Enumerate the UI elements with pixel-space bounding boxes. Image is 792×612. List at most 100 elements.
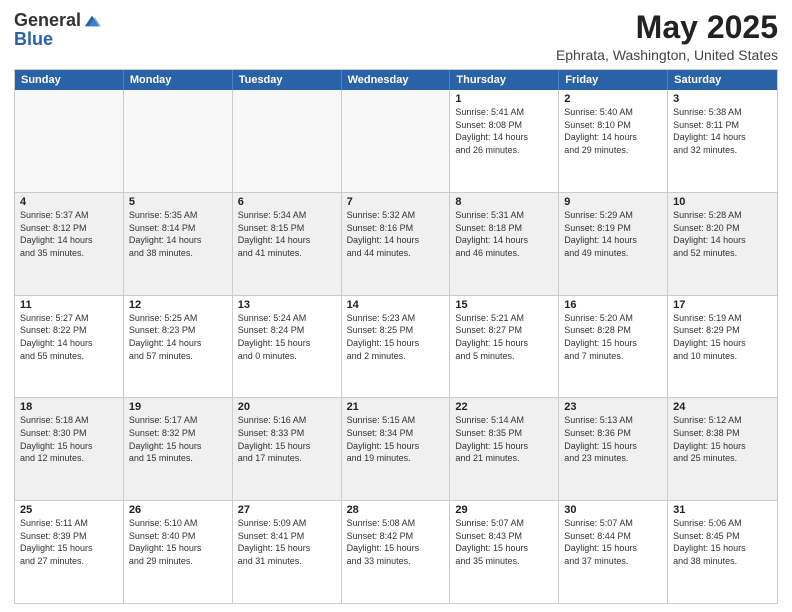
day-info: Sunrise: 5:34 AM Sunset: 8:15 PM Dayligh…	[238, 209, 336, 259]
cal-row-2: 11Sunrise: 5:27 AM Sunset: 8:22 PM Dayli…	[15, 296, 777, 399]
cal-cell-3-6: 24Sunrise: 5:12 AM Sunset: 8:38 PM Dayli…	[668, 398, 777, 500]
day-number: 29	[455, 504, 553, 516]
day-info: Sunrise: 5:14 AM Sunset: 8:35 PM Dayligh…	[455, 414, 553, 464]
day-number: 16	[564, 299, 662, 311]
cal-row-4: 25Sunrise: 5:11 AM Sunset: 8:39 PM Dayli…	[15, 501, 777, 603]
cal-cell-2-1: 12Sunrise: 5:25 AM Sunset: 8:23 PM Dayli…	[124, 296, 233, 398]
calendar-body: 1Sunrise: 5:41 AM Sunset: 8:08 PM Daylig…	[15, 90, 777, 603]
cal-cell-3-0: 18Sunrise: 5:18 AM Sunset: 8:30 PM Dayli…	[15, 398, 124, 500]
day-number: 11	[20, 299, 118, 311]
title-block: May 2025 Ephrata, Washington, United Sta…	[556, 10, 778, 63]
cal-cell-0-0	[15, 90, 124, 192]
day-number: 19	[129, 401, 227, 413]
day-number: 15	[455, 299, 553, 311]
day-info: Sunrise: 5:38 AM Sunset: 8:11 PM Dayligh…	[673, 106, 772, 156]
day-number: 31	[673, 504, 772, 516]
day-info: Sunrise: 5:13 AM Sunset: 8:36 PM Dayligh…	[564, 414, 662, 464]
cal-cell-4-4: 29Sunrise: 5:07 AM Sunset: 8:43 PM Dayli…	[450, 501, 559, 603]
logo-general-text: General	[14, 10, 81, 31]
cal-cell-2-3: 14Sunrise: 5:23 AM Sunset: 8:25 PM Dayli…	[342, 296, 451, 398]
day-info: Sunrise: 5:18 AM Sunset: 8:30 PM Dayligh…	[20, 414, 118, 464]
day-info: Sunrise: 5:24 AM Sunset: 8:24 PM Dayligh…	[238, 312, 336, 362]
day-info: Sunrise: 5:20 AM Sunset: 8:28 PM Dayligh…	[564, 312, 662, 362]
cal-cell-4-0: 25Sunrise: 5:11 AM Sunset: 8:39 PM Dayli…	[15, 501, 124, 603]
day-info: Sunrise: 5:16 AM Sunset: 8:33 PM Dayligh…	[238, 414, 336, 464]
day-info: Sunrise: 5:41 AM Sunset: 8:08 PM Dayligh…	[455, 106, 553, 156]
calendar-header: SundayMondayTuesdayWednesdayThursdayFrid…	[15, 70, 777, 90]
day-info: Sunrise: 5:21 AM Sunset: 8:27 PM Dayligh…	[455, 312, 553, 362]
cal-cell-3-3: 21Sunrise: 5:15 AM Sunset: 8:34 PM Dayli…	[342, 398, 451, 500]
day-number: 14	[347, 299, 445, 311]
cal-cell-2-0: 11Sunrise: 5:27 AM Sunset: 8:22 PM Dayli…	[15, 296, 124, 398]
day-number: 17	[673, 299, 772, 311]
day-number: 2	[564, 93, 662, 105]
day-number: 22	[455, 401, 553, 413]
logo-icon	[83, 12, 101, 30]
cal-cell-3-2: 20Sunrise: 5:16 AM Sunset: 8:33 PM Dayli…	[233, 398, 342, 500]
day-number: 20	[238, 401, 336, 413]
day-info: Sunrise: 5:07 AM Sunset: 8:44 PM Dayligh…	[564, 517, 662, 567]
day-number: 21	[347, 401, 445, 413]
day-number: 6	[238, 196, 336, 208]
day-info: Sunrise: 5:31 AM Sunset: 8:18 PM Dayligh…	[455, 209, 553, 259]
day-number: 26	[129, 504, 227, 516]
cal-cell-1-1: 5Sunrise: 5:35 AM Sunset: 8:14 PM Daylig…	[124, 193, 233, 295]
day-number: 25	[20, 504, 118, 516]
cal-cell-4-5: 30Sunrise: 5:07 AM Sunset: 8:44 PM Dayli…	[559, 501, 668, 603]
day-info: Sunrise: 5:28 AM Sunset: 8:20 PM Dayligh…	[673, 209, 772, 259]
cal-cell-3-1: 19Sunrise: 5:17 AM Sunset: 8:32 PM Dayli…	[124, 398, 233, 500]
cal-cell-0-4: 1Sunrise: 5:41 AM Sunset: 8:08 PM Daylig…	[450, 90, 559, 192]
day-info: Sunrise: 5:17 AM Sunset: 8:32 PM Dayligh…	[129, 414, 227, 464]
cal-cell-0-1	[124, 90, 233, 192]
calendar: SundayMondayTuesdayWednesdayThursdayFrid…	[14, 69, 778, 604]
page: General Blue May 2025 Ephrata, Washingto…	[0, 0, 792, 612]
day-info: Sunrise: 5:35 AM Sunset: 8:14 PM Dayligh…	[129, 209, 227, 259]
day-number: 8	[455, 196, 553, 208]
day-number: 28	[347, 504, 445, 516]
day-info: Sunrise: 5:15 AM Sunset: 8:34 PM Dayligh…	[347, 414, 445, 464]
day-info: Sunrise: 5:07 AM Sunset: 8:43 PM Dayligh…	[455, 517, 553, 567]
day-info: Sunrise: 5:37 AM Sunset: 8:12 PM Dayligh…	[20, 209, 118, 259]
day-number: 18	[20, 401, 118, 413]
cal-header-thursday: Thursday	[450, 70, 559, 90]
cal-cell-0-6: 3Sunrise: 5:38 AM Sunset: 8:11 PM Daylig…	[668, 90, 777, 192]
day-info: Sunrise: 5:09 AM Sunset: 8:41 PM Dayligh…	[238, 517, 336, 567]
day-info: Sunrise: 5:27 AM Sunset: 8:22 PM Dayligh…	[20, 312, 118, 362]
day-info: Sunrise: 5:08 AM Sunset: 8:42 PM Dayligh…	[347, 517, 445, 567]
cal-header-sunday: Sunday	[15, 70, 124, 90]
cal-cell-4-3: 28Sunrise: 5:08 AM Sunset: 8:42 PM Dayli…	[342, 501, 451, 603]
cal-cell-4-1: 26Sunrise: 5:10 AM Sunset: 8:40 PM Dayli…	[124, 501, 233, 603]
cal-row-0: 1Sunrise: 5:41 AM Sunset: 8:08 PM Daylig…	[15, 90, 777, 193]
main-title: May 2025	[556, 10, 778, 45]
cal-cell-0-5: 2Sunrise: 5:40 AM Sunset: 8:10 PM Daylig…	[559, 90, 668, 192]
cal-cell-2-5: 16Sunrise: 5:20 AM Sunset: 8:28 PM Dayli…	[559, 296, 668, 398]
cal-cell-1-5: 9Sunrise: 5:29 AM Sunset: 8:19 PM Daylig…	[559, 193, 668, 295]
day-number: 5	[129, 196, 227, 208]
cal-cell-4-6: 31Sunrise: 5:06 AM Sunset: 8:45 PM Dayli…	[668, 501, 777, 603]
day-number: 10	[673, 196, 772, 208]
cal-header-saturday: Saturday	[668, 70, 777, 90]
logo: General Blue	[14, 10, 101, 50]
cal-cell-1-2: 6Sunrise: 5:34 AM Sunset: 8:15 PM Daylig…	[233, 193, 342, 295]
logo-blue-text: Blue	[14, 29, 53, 49]
cal-cell-3-4: 22Sunrise: 5:14 AM Sunset: 8:35 PM Dayli…	[450, 398, 559, 500]
day-number: 27	[238, 504, 336, 516]
day-number: 4	[20, 196, 118, 208]
cal-cell-0-3	[342, 90, 451, 192]
day-info: Sunrise: 5:29 AM Sunset: 8:19 PM Dayligh…	[564, 209, 662, 259]
day-number: 7	[347, 196, 445, 208]
cal-row-1: 4Sunrise: 5:37 AM Sunset: 8:12 PM Daylig…	[15, 193, 777, 296]
day-number: 24	[673, 401, 772, 413]
day-info: Sunrise: 5:32 AM Sunset: 8:16 PM Dayligh…	[347, 209, 445, 259]
day-number: 1	[455, 93, 553, 105]
day-info: Sunrise: 5:40 AM Sunset: 8:10 PM Dayligh…	[564, 106, 662, 156]
day-number: 12	[129, 299, 227, 311]
day-number: 9	[564, 196, 662, 208]
day-info: Sunrise: 5:23 AM Sunset: 8:25 PM Dayligh…	[347, 312, 445, 362]
cal-row-3: 18Sunrise: 5:18 AM Sunset: 8:30 PM Dayli…	[15, 398, 777, 501]
cal-cell-1-6: 10Sunrise: 5:28 AM Sunset: 8:20 PM Dayli…	[668, 193, 777, 295]
day-info: Sunrise: 5:12 AM Sunset: 8:38 PM Dayligh…	[673, 414, 772, 464]
day-number: 23	[564, 401, 662, 413]
day-number: 30	[564, 504, 662, 516]
day-info: Sunrise: 5:25 AM Sunset: 8:23 PM Dayligh…	[129, 312, 227, 362]
